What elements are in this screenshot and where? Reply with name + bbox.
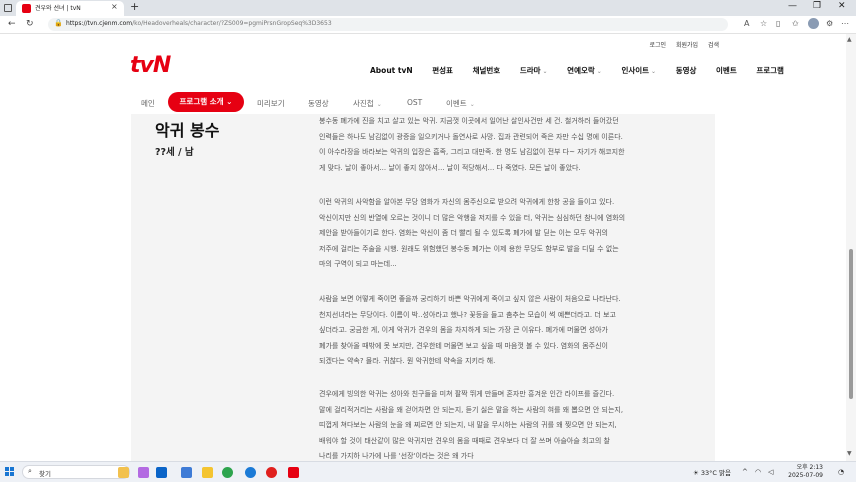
new-tab-button[interactable]: + [130, 0, 139, 13]
minimize-button[interactable]: — [788, 1, 797, 11]
more-icon[interactable]: ⋯ [841, 19, 849, 28]
wifi-icon[interactable]: ◠ [755, 468, 761, 476]
outlook-icon[interactable] [156, 467, 167, 478]
web-page: 로그인 회원가입 검색 tvN About tvN 편성표 채널번호 드라마 ⌄ … [0, 34, 846, 461]
windows-taskbar: ⌕ 찾기 ☀ 33°C 맑음 ^ ◠ ◁ 오후 2:13 2025-07-09 … [0, 461, 856, 482]
subnav-main[interactable]: 메인 [141, 98, 155, 109]
nav-about[interactable]: About tvN [370, 66, 413, 75]
url-input[interactable]: 🔒 https://tvn.cjenm.com/ko/Headoverheals… [48, 18, 728, 31]
utility-links: 로그인 회원가입 검색 [641, 40, 719, 49]
nav-channel[interactable]: 채널번호 [473, 65, 501, 76]
subnav-ost[interactable]: OST [407, 98, 422, 107]
scroll-down-icon[interactable]: ▼ [847, 450, 852, 457]
volume-icon[interactable]: ◁ [768, 468, 773, 476]
url-text: https://tvn.cjenm.com/ko/Headoverheals/c… [66, 20, 332, 27]
file-explorer-icon[interactable] [202, 467, 213, 478]
tab-actions-icon[interactable] [4, 4, 12, 12]
character-name: 악귀 봉수 [155, 121, 220, 140]
read-aloud-icon[interactable]: A [744, 19, 749, 28]
character-info: ??세 / 남 [155, 147, 194, 158]
description-paragraph-1: 봉수동 폐가에 진을 치고 살고 있는 악귀. 지금껏 이곳에서 일어난 살인사… [319, 117, 625, 172]
tvn-app-icon[interactable] [288, 467, 299, 478]
chevron-down-icon: ⌄ [651, 68, 657, 75]
nav-drama[interactable]: 드라마 ⌄ [520, 65, 548, 76]
tray-chevron-icon[interactable]: ^ [742, 468, 748, 476]
browser-address-bar: ← ↻ 🔒 https://tvn.cjenm.com/ko/Headoverh… [0, 16, 856, 34]
windows-start-icon[interactable] [5, 467, 15, 477]
close-window-button[interactable]: ✕ [838, 1, 846, 11]
main-nav: About tvN 편성표 채널번호 드라마 ⌄ 연예오락 ⌄ 인사이트 ⌄ 동영상 … [370, 65, 801, 76]
program-sub-nav: 메인 미리보기 동영상 사진첩 ⌄ OST 이벤트 ⌄ [0, 92, 846, 114]
chevron-down-icon: ⌄ [469, 101, 475, 108]
favorites-bar-icon[interactable]: ✩ [792, 19, 799, 28]
subnav-photo[interactable]: 사진첩 ⌄ [353, 98, 382, 109]
chevron-down-icon: ⌄ [542, 68, 548, 75]
lock-icon: 🔒 [54, 19, 63, 27]
scroll-thumb[interactable] [849, 249, 853, 399]
nav-event[interactable]: 이벤트 [716, 65, 737, 76]
nav-video[interactable]: 동영상 [676, 65, 697, 76]
description-paragraph-3: 사람을 보면 어떻게 죽이면 좋을까 궁리하기 바쁜 악귀에게 죽이고 싶지 않… [319, 295, 621, 366]
taskbar-search-input[interactable]: ⌕ 찾기 [22, 465, 130, 479]
split-icon[interactable]: ▯ [776, 19, 780, 28]
nav-program[interactable]: 프로그램 [756, 65, 784, 76]
nav-insight[interactable]: 인사이트 ⌄ [621, 65, 656, 76]
notification-bell-icon[interactable]: ◔ [838, 468, 844, 476]
weather-widget[interactable]: ☀ 33°C 맑음 [693, 467, 731, 477]
chrome-icon[interactable] [222, 467, 233, 478]
subnav-preview[interactable]: 미리보기 [257, 98, 285, 109]
search-link[interactable]: 검색 [708, 42, 719, 49]
favorite-icon[interactable]: ☆ [760, 19, 767, 28]
tvn-favicon-icon [22, 4, 31, 13]
subnav-program-intro-active[interactable]: 프로그램 소개 ⌄ [168, 92, 244, 112]
scroll-up-icon[interactable]: ▲ [847, 36, 852, 43]
profile-avatar[interactable] [808, 18, 819, 29]
widget-icon[interactable] [118, 467, 129, 478]
maximize-button[interactable]: ❐ [813, 1, 821, 11]
opera-icon[interactable] [266, 467, 277, 478]
browser-tab[interactable]: 견우와 선녀 | tvN × [16, 1, 124, 16]
back-icon[interactable]: ← [8, 19, 16, 29]
subnav-video[interactable]: 동영상 [308, 98, 329, 109]
refresh-icon[interactable]: ↻ [26, 19, 34, 29]
nav-schedule[interactable]: 편성표 [432, 65, 453, 76]
extensions-icon[interactable]: ⚙ [826, 19, 833, 28]
taskbar-clock[interactable]: 오후 2:13 2025-07-09 [783, 464, 823, 480]
browser-tab-bar: 견우와 선녀 | tvN × + — ❐ ✕ [0, 0, 856, 16]
signup-link[interactable]: 회원가입 [676, 42, 698, 49]
nav-entertainment[interactable]: 연예오락 ⌄ [567, 65, 602, 76]
chevron-down-icon: ⌄ [376, 101, 382, 108]
login-link[interactable]: 로그인 [649, 42, 666, 49]
chevron-down-icon: ⌄ [596, 68, 602, 75]
description-paragraph-2: 이런 악귀의 사악함을 알아본 무당 염화가 자신의 몸주신으로 받으려 악귀에… [319, 198, 626, 269]
task-view-icon[interactable] [181, 467, 192, 478]
description-paragraph-4: 견우에게 빙의한 악귀는 성아와 친구들을 미쳐 팔짝 뛰게 만들며 혼자만 흥… [319, 390, 624, 461]
tab-title: 견우와 선녀 | tvN [35, 5, 81, 12]
page-scrollbar[interactable]: ▲ ▼ [846, 34, 856, 461]
tab-close-icon[interactable]: × [111, 2, 118, 11]
app-icon[interactable] [138, 467, 149, 478]
tvn-logo[interactable]: tvN [130, 53, 171, 78]
edge-icon[interactable] [245, 467, 256, 478]
subnav-event[interactable]: 이벤트 ⌄ [446, 98, 475, 109]
search-icon: ⌕ [28, 467, 32, 475]
